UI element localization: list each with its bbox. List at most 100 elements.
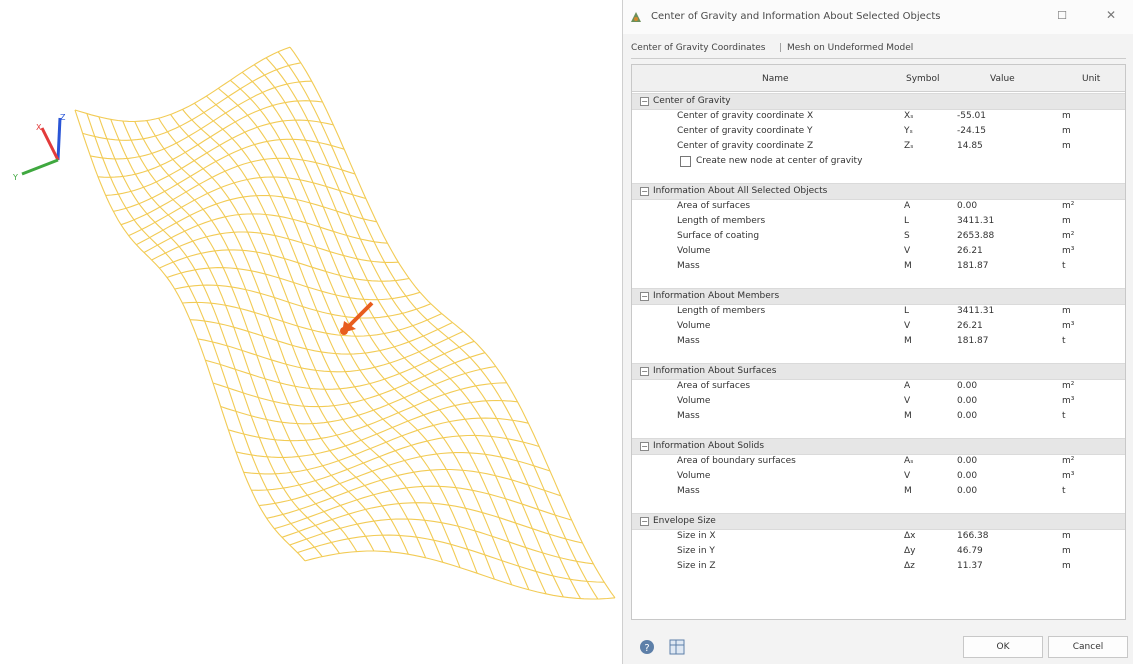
row-name: Surface of coating <box>677 231 760 241</box>
group-title: Envelope Size <box>653 516 716 526</box>
row-symbol: Yₛ <box>904 126 913 136</box>
row-symbol: M <box>904 261 912 271</box>
table-row[interactable]: Area of surfaces A 0.00 m² <box>632 379 1125 394</box>
checkbox-row: Create new node at center of gravity <box>632 154 1125 169</box>
group-row[interactable]: − Information About All Selected Objects <box>632 183 1125 200</box>
row-value: 0.00 <box>957 201 978 211</box>
column-header-value[interactable]: Value <box>990 74 1015 84</box>
help-icon[interactable]: ? <box>637 637 657 657</box>
table-row[interactable]: Volume V 0.00 m³ <box>632 469 1125 484</box>
row-name: Mass <box>677 411 700 421</box>
group-row[interactable]: − Information About Members <box>632 288 1125 305</box>
mesh-line <box>212 352 486 408</box>
table-row[interactable]: Length of members L 3411.31 m <box>632 214 1125 229</box>
row-symbol: Zₛ <box>904 141 914 151</box>
row-value: -55.01 <box>957 111 987 121</box>
group-row[interactable]: − Information About Surfaces <box>632 363 1125 380</box>
group-row[interactable]: − Information About Solids <box>632 438 1125 455</box>
table-row[interactable]: Size in Z Δz 11.37 m <box>632 559 1125 574</box>
row-unit: m <box>1062 546 1071 556</box>
table-row[interactable]: Mass M 0.00 t <box>632 409 1125 424</box>
table-row[interactable]: Length of members L 3411.31 m <box>632 304 1125 319</box>
mesh-line <box>297 534 605 583</box>
tab-mesh-on-undeformed-model[interactable]: Mesh on Undeformed Model <box>787 43 913 53</box>
row-name: Length of members <box>677 306 766 316</box>
row-symbol: M <box>904 486 912 496</box>
maximize-button[interactable]: ☐ <box>1055 9 1069 23</box>
row-value: 26.21 <box>957 246 983 256</box>
title-bar[interactable]: Center of Gravity and Information About … <box>623 0 1133 34</box>
mesh-line <box>253 64 564 598</box>
table-row[interactable]: Size in Y Δy 46.79 m <box>632 544 1125 559</box>
table-header: Name Symbol Value Unit <box>632 65 1125 92</box>
column-header-symbol[interactable]: Symbol <box>906 74 940 84</box>
table-row[interactable]: Center of gravity coordinate Z Zₛ 14.85 m <box>632 139 1125 154</box>
center-of-gravity-arrow-icon <box>340 301 374 335</box>
row-symbol: Δx <box>904 531 916 541</box>
row-value: 2653.88 <box>957 231 995 241</box>
row-name: Center of gravity coordinate X <box>677 111 814 121</box>
table-row[interactable]: Center of gravity coordinate Y Yₛ -24.15 m <box>632 124 1125 139</box>
group-row[interactable]: − Envelope Size <box>632 513 1125 530</box>
row-symbol: M <box>904 411 912 421</box>
group-title: Information About Surfaces <box>653 366 777 376</box>
table-row[interactable]: Mass M 181.87 t <box>632 259 1125 274</box>
row-unit: t <box>1062 261 1066 271</box>
row-value: 14.85 <box>957 141 983 151</box>
row-symbol: Δy <box>904 546 916 556</box>
table-row[interactable]: Size in X Δx 166.38 m <box>632 529 1125 544</box>
row-unit: m <box>1062 126 1071 136</box>
row-unit: m <box>1062 111 1071 121</box>
row-value: 0.00 <box>957 411 978 421</box>
group-title: Information About All Selected Objects <box>653 186 828 196</box>
table-row[interactable]: Mass M 181.87 t <box>632 334 1125 349</box>
row-value: 166.38 <box>957 531 989 541</box>
table-export-icon[interactable] <box>667 637 687 657</box>
x-axis-line <box>40 127 60 161</box>
row-value: 11.37 <box>957 561 983 571</box>
properties-table: Name Symbol Value Unit − Center of Gravit… <box>631 64 1126 620</box>
row-symbol: V <box>904 321 911 331</box>
table-row[interactable]: Volume V 26.21 m³ <box>632 319 1125 334</box>
row-unit: m <box>1062 141 1071 151</box>
column-header-name[interactable]: Name <box>762 74 789 84</box>
table-row[interactable]: Area of boundary surfaces Aₛ 0.00 m² <box>632 454 1125 469</box>
table-row[interactable]: Surface of coating S 2653.88 m² <box>632 229 1125 244</box>
collapse-toggle-icon[interactable]: − <box>640 517 649 526</box>
table-row[interactable]: Volume V 26.21 m³ <box>632 244 1125 259</box>
collapse-toggle-icon[interactable]: − <box>640 292 649 301</box>
row-name: Center of gravity coordinate Z <box>677 141 814 151</box>
mesh-line <box>277 51 599 600</box>
cancel-button[interactable]: Cancel <box>1048 636 1128 658</box>
z-axis-line <box>56 117 62 161</box>
model-viewport[interactable]: Z X Y <box>0 0 622 664</box>
collapse-toggle-icon[interactable]: − <box>640 187 649 196</box>
table-row[interactable]: Volume V 0.00 m³ <box>632 394 1125 409</box>
row-unit: t <box>1062 411 1066 421</box>
ok-button[interactable]: OK <box>963 636 1043 658</box>
column-header-unit[interactable]: Unit <box>1082 74 1100 84</box>
center-of-gravity-dialog: Center of Gravity and Information About … <box>622 0 1133 664</box>
mesh-line <box>174 284 432 319</box>
create-node-checkbox[interactable] <box>680 156 691 167</box>
tab-center-of-gravity-coordinates[interactable]: Center of Gravity Coordinates <box>631 43 765 53</box>
collapse-toggle-icon[interactable]: − <box>640 97 649 106</box>
dialog-title: Center of Gravity and Information About … <box>651 11 941 22</box>
row-symbol: Xₛ <box>904 111 914 121</box>
row-name: Size in Z <box>677 561 716 571</box>
table-row[interactable]: Area of surfaces A 0.00 m² <box>632 199 1125 214</box>
row-name: Length of members <box>677 216 766 226</box>
row-symbol: V <box>904 471 911 481</box>
close-button[interactable]: ✕ <box>1103 8 1119 24</box>
group-row[interactable]: − Center of Gravity <box>632 93 1125 110</box>
row-symbol: S <box>904 231 910 241</box>
collapse-toggle-icon[interactable]: − <box>640 367 649 376</box>
table-row[interactable]: Mass M 0.00 t <box>632 484 1125 499</box>
row-name: Size in Y <box>677 546 715 556</box>
row-value: 181.87 <box>957 261 989 271</box>
collapse-toggle-icon[interactable]: − <box>640 442 649 451</box>
table-row[interactable]: Center of gravity coordinate X Xₛ -55.01 m <box>632 109 1125 124</box>
mesh-line <box>128 176 366 237</box>
y-axis-label: Y <box>12 173 18 182</box>
mesh-line <box>159 249 410 282</box>
